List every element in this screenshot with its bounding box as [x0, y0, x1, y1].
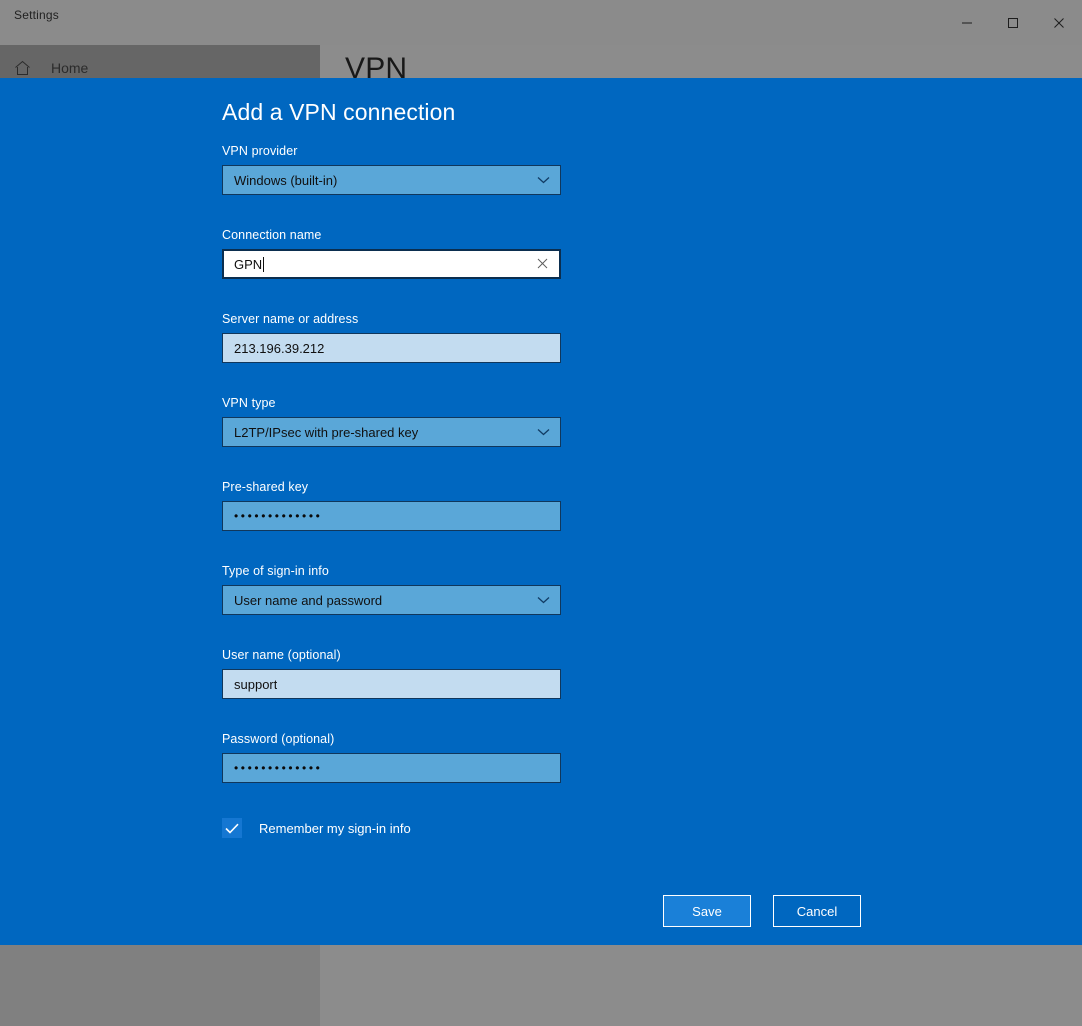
field-label-vpn-provider: VPN provider — [222, 144, 561, 158]
field-pre-shared-key: Pre-shared key ••••••••••••• — [222, 480, 561, 531]
chevron-down-icon — [537, 171, 550, 189]
settings-titlebar: Settings — [0, 0, 1082, 45]
remember-sign-in-label: Remember my sign-in info — [259, 821, 411, 836]
minimize-icon[interactable] — [944, 0, 990, 45]
screen: Settings Home VPN Add a VPN connection — [0, 0, 1082, 1026]
sign-in-type-dropdown[interactable]: User name and password — [222, 585, 561, 615]
field-label-user-name: User name (optional) — [222, 648, 561, 662]
field-vpn-type: VPN type L2TP/IPsec with pre-shared key — [222, 396, 561, 447]
password-input[interactable]: ••••••••••••• — [222, 753, 561, 783]
save-button[interactable]: Save — [663, 895, 751, 927]
field-label-server-address: Server name or address — [222, 312, 561, 326]
remember-sign-in-checkbox[interactable] — [222, 818, 242, 838]
field-sign-in-type: Type of sign-in info User name and passw… — [222, 564, 561, 615]
server-address-input[interactable]: 213.196.39.212 — [222, 333, 561, 363]
window-title: Settings — [14, 8, 59, 22]
window-controls — [944, 0, 1082, 45]
vpn-type-value: L2TP/IPsec with pre-shared key — [223, 425, 418, 440]
pre-shared-key-input[interactable]: ••••••••••••• — [222, 501, 561, 531]
remember-sign-in-row[interactable]: Remember my sign-in info — [222, 818, 411, 838]
vpn-type-dropdown[interactable]: L2TP/IPsec with pre-shared key — [222, 417, 561, 447]
sidebar-item-home-label: Home — [51, 60, 88, 76]
cancel-button[interactable]: Cancel — [773, 895, 861, 927]
sidebar-item-home[interactable]: Home — [14, 60, 88, 76]
chevron-down-icon — [537, 591, 550, 609]
field-label-sign-in-type: Type of sign-in info — [222, 564, 561, 578]
user-name-value: support — [223, 677, 277, 692]
pre-shared-key-value: ••••••••••••• — [223, 510, 322, 522]
field-label-pre-shared-key: Pre-shared key — [222, 480, 561, 494]
field-user-name: User name (optional) support — [222, 648, 561, 699]
vpn-provider-value: Windows (built-in) — [223, 173, 337, 188]
field-label-password: Password (optional) — [222, 732, 561, 746]
password-value: ••••••••••••• — [223, 762, 322, 774]
sign-in-type-value: User name and password — [223, 593, 382, 608]
field-connection-name: Connection name GPN — [222, 228, 561, 279]
dialog-actions: Save Cancel — [663, 895, 861, 927]
checkmark-icon — [225, 823, 239, 834]
connection-name-input[interactable]: GPN — [222, 249, 561, 279]
vpn-provider-dropdown[interactable]: Windows (built-in) — [222, 165, 561, 195]
home-icon — [14, 60, 31, 76]
close-icon[interactable] — [1036, 0, 1082, 45]
field-label-vpn-type: VPN type — [222, 396, 561, 410]
server-address-value: 213.196.39.212 — [223, 341, 324, 356]
field-server-address: Server name or address 213.196.39.212 — [222, 312, 561, 363]
clear-icon[interactable] — [533, 257, 551, 271]
settings-sidebar-lower — [0, 945, 320, 1026]
add-vpn-dialog: Add a VPN connection VPN provider Window… — [0, 78, 1082, 945]
field-password: Password (optional) ••••••••••••• — [222, 732, 561, 783]
text-caret — [263, 257, 264, 272]
connection-name-value: GPN — [224, 257, 262, 272]
field-label-connection-name: Connection name — [222, 228, 561, 242]
chevron-down-icon — [537, 423, 550, 441]
field-vpn-provider: VPN provider Windows (built-in) — [222, 144, 561, 195]
dialog-title: Add a VPN connection — [222, 99, 455, 126]
maximize-icon[interactable] — [990, 0, 1036, 45]
user-name-input[interactable]: support — [222, 669, 561, 699]
